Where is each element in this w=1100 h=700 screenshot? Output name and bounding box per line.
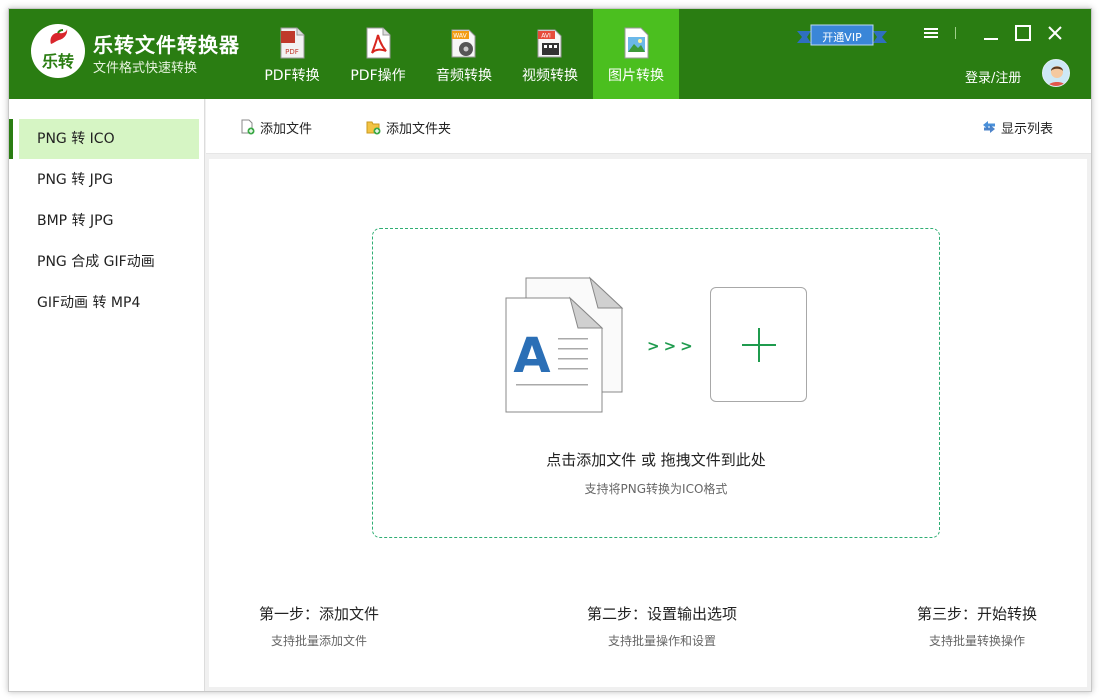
maximize-icon[interactable] xyxy=(1013,23,1033,43)
step-subtitle: 支持批量添加文件 xyxy=(270,634,367,648)
menu-icon[interactable] xyxy=(921,23,941,43)
step-title: 第一步：添加文件 xyxy=(258,605,379,623)
logo-text: 乐转 xyxy=(41,52,74,71)
avatar[interactable] xyxy=(1042,59,1070,87)
step-two: 第二步：设置输出选项 支持批量操作和设置 xyxy=(552,603,772,649)
step-subtitle: 支持批量操作和设置 xyxy=(607,634,716,648)
show-list-button[interactable]: 显示列表 xyxy=(981,117,1053,137)
arrows-text: >>> xyxy=(647,337,697,355)
step-title: 第二步：设置输出选项 xyxy=(586,605,737,623)
swap-arrows-icon xyxy=(983,121,995,133)
tab-label: 视频转换 xyxy=(522,68,578,84)
pdf-acrobat-icon xyxy=(366,27,391,59)
svg-text:A: A xyxy=(513,328,550,384)
svg-text:AVI: AVI xyxy=(541,33,551,40)
add-file-icon xyxy=(241,119,255,135)
header-bar: 乐转 乐转文件转换器 文件格式快速转换 PDF PDF转换 PDF操作 WAV … xyxy=(9,9,1091,99)
add-file-button[interactable]: 添加文件 xyxy=(240,117,312,137)
add-file-label: 添加文件 xyxy=(260,121,313,137)
drop-subtitle: 支持将PNG转换为ICO格式 xyxy=(584,482,728,496)
sidebar-item-bmp-to-jpg[interactable]: BMP 转 JPG xyxy=(19,201,199,241)
avi-video-icon: AVI xyxy=(537,29,562,58)
minimize-icon[interactable] xyxy=(981,23,1001,43)
tab-label: 图片转换 xyxy=(608,68,664,84)
plus-icon-vertical xyxy=(758,328,760,362)
step-title: 第三步：开始转换 xyxy=(916,605,1037,623)
sidebar-item-png-to-ico[interactable]: PNG 转 ICO xyxy=(19,119,199,159)
tab-label: PDF操作 xyxy=(350,68,406,84)
pepper-icon xyxy=(50,29,68,44)
tab-pdf-convert[interactable]: PDF PDF转换 xyxy=(249,9,335,99)
step-one: 第一步：添加文件 支持批量添加文件 xyxy=(209,603,429,649)
close-icon[interactable] xyxy=(1045,23,1065,43)
app-logo: 乐转 xyxy=(31,24,85,78)
tab-label: 音频转换 xyxy=(436,68,492,84)
document-stack-icon: A xyxy=(505,276,624,413)
vip-label: 开通VIP xyxy=(822,31,862,44)
separator-icon xyxy=(955,27,956,39)
add-folder-label: 添加文件夹 xyxy=(386,121,452,137)
tab-image-convert[interactable]: 图片转换 xyxy=(593,9,679,99)
wav-audio-icon: WAV xyxy=(451,29,476,58)
brand-title: 乐转文件转换器 xyxy=(93,33,240,57)
tab-label: PDF转换 xyxy=(264,68,320,84)
user-avatar-icon xyxy=(1047,66,1067,86)
svg-text:PDF: PDF xyxy=(285,48,299,56)
drop-title: 点击添加文件 或 拖拽文件到此处 xyxy=(546,451,766,469)
main-content: A >>> 点击添加文件 或 拖拽文件到此处 支持将PNG转换为ICO格式 第一… xyxy=(209,159,1087,687)
sidebar-item-png-to-gif[interactable]: PNG 合成 GIF动画 xyxy=(19,242,199,282)
active-indicator xyxy=(9,119,13,159)
image-file-icon xyxy=(624,27,649,59)
toolbar: 添加文件 添加文件夹 显示列表 xyxy=(206,99,1091,154)
tab-video-convert[interactable]: AVI 视频转换 xyxy=(507,9,593,99)
app-window: 乐转 乐转文件转换器 文件格式快速转换 PDF PDF转换 PDF操作 WAV … xyxy=(8,8,1092,692)
tab-pdf-operate[interactable]: PDF操作 xyxy=(335,9,421,99)
main-nav: PDF PDF转换 PDF操作 WAV 音频转换 AVI 视频转换 图片转换 xyxy=(249,9,679,99)
svg-text:WAV: WAV xyxy=(453,33,467,40)
step-three: 第三步：开始转换 支持批量转换操作 xyxy=(867,603,1087,649)
show-list-label: 显示列表 xyxy=(1001,121,1054,137)
add-folder-button[interactable]: 添加文件夹 xyxy=(366,117,451,137)
brand-subtitle: 文件格式快速转换 xyxy=(93,61,198,76)
add-file-plus-box[interactable] xyxy=(710,287,807,402)
tab-audio-convert[interactable]: WAV 音频转换 xyxy=(421,9,507,99)
login-register-link[interactable]: 登录/注册 xyxy=(965,67,1021,86)
sidebar-item-gif-to-mp4[interactable]: GIF动画 转 MP4 xyxy=(19,283,199,323)
add-folder-icon xyxy=(366,121,381,135)
file-drop-zone[interactable]: A >>> 点击添加文件 或 拖拽文件到此处 支持将PNG转换为ICO格式 xyxy=(372,228,940,538)
step-subtitle: 支持批量转换操作 xyxy=(928,634,1025,648)
sidebar-item-png-to-jpg[interactable]: PNG 转 JPG xyxy=(19,160,199,200)
vip-button[interactable]: 开通VIP xyxy=(797,23,887,49)
sidebar: PNG 转 ICO PNG 转 JPG BMP 转 JPG PNG 合成 GIF… xyxy=(9,99,205,691)
pdf-file-icon: PDF xyxy=(280,27,305,59)
